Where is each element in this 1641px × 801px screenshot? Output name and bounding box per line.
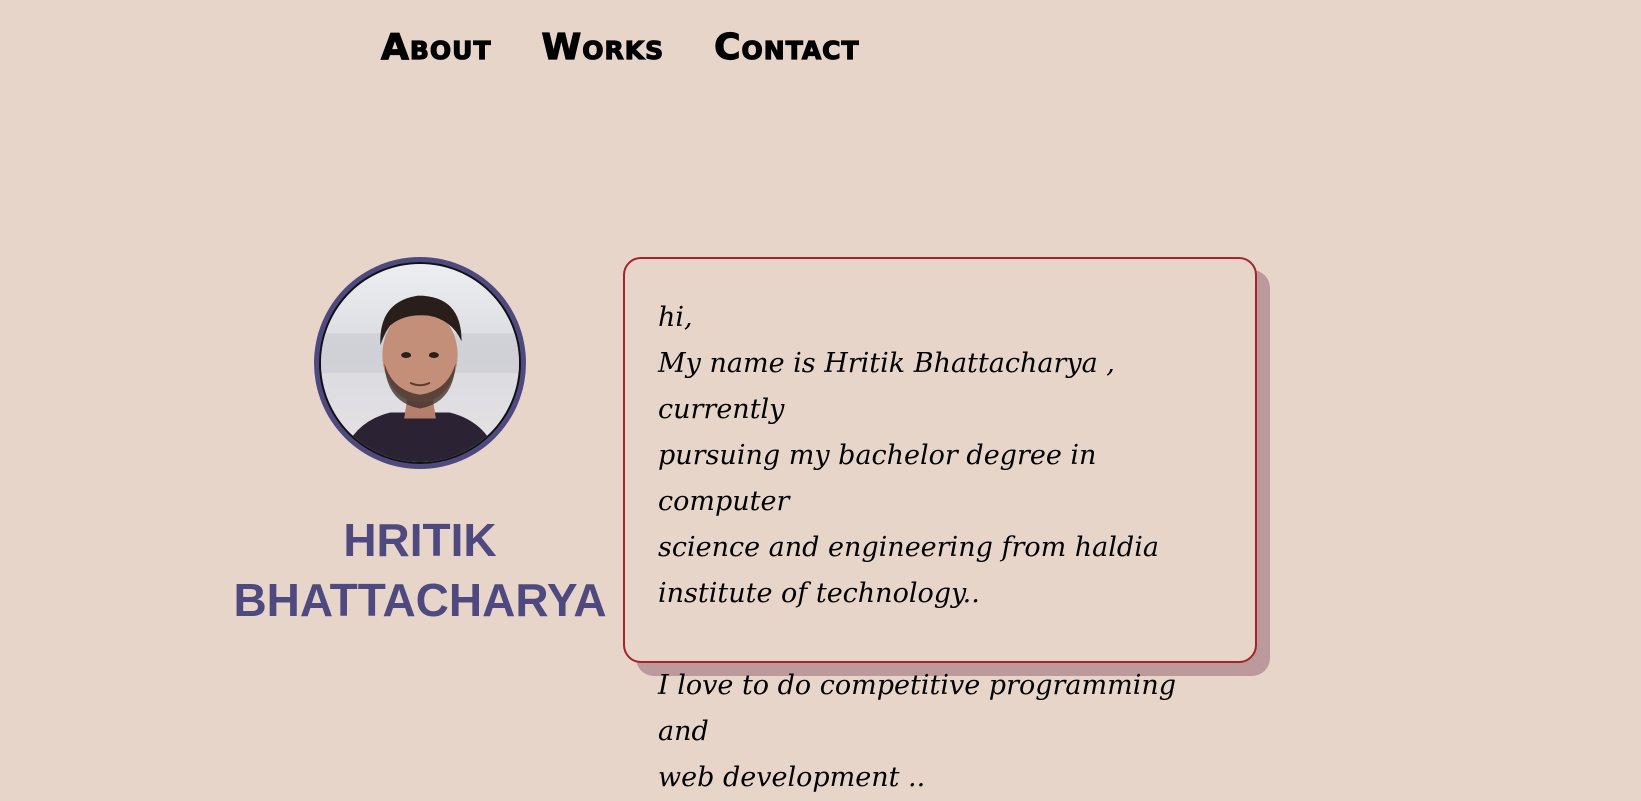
intro-line-6: web development .. <box>658 762 926 793</box>
nav-link-about[interactable]: About <box>380 26 492 70</box>
avatar <box>319 262 521 464</box>
profile-photo-icon <box>321 264 519 462</box>
intro-greeting: hi, <box>658 302 693 333</box>
intro-card: hi, My name is Hritik Bhattacharya , cur… <box>623 257 1257 793</box>
intro-line-2: pursuing my bachelor degree in computer <box>658 440 1097 517</box>
nav-link-contact[interactable]: Contact <box>714 26 860 70</box>
main-nav: About Works Contact <box>380 26 860 70</box>
intro-line-3: science and engineering from haldia <box>658 532 1159 563</box>
intro-line-4: institute of technology.. <box>658 578 980 609</box>
intro-line-1: My name is Hritik Bhattacharya , current… <box>658 348 1115 425</box>
profile-name-last: BHATTACHARYA <box>233 574 607 626</box>
intro-line-5: I love to do competitive programming and <box>658 670 1177 747</box>
profile-name: HRITIK BHATTACHARYA <box>230 510 610 630</box>
avatar-frame <box>314 257 526 469</box>
nav-link-works[interactable]: Works <box>541 26 665 70</box>
profile-name-first: HRITIK <box>343 514 497 566</box>
